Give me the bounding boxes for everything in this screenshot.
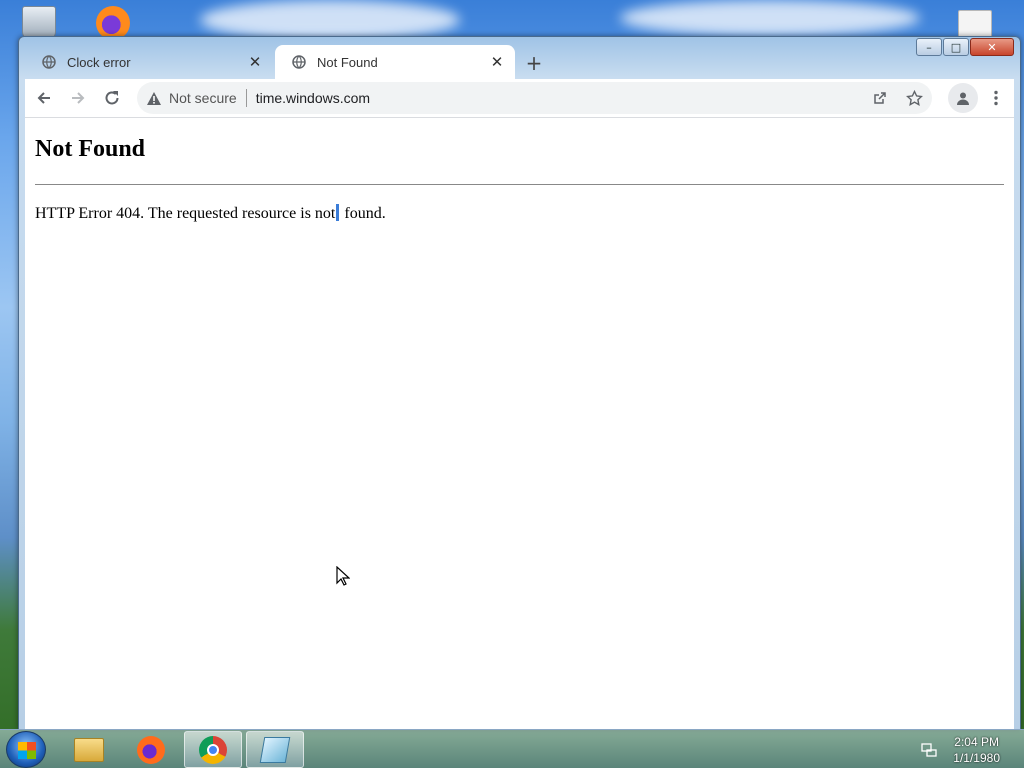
firefox-icon xyxy=(137,735,165,764)
desktop-cloud xyxy=(200,0,460,40)
error-message-text-end: found. xyxy=(340,205,386,222)
clock[interactable]: 2:04 PM 1/1/1980 xyxy=(953,734,1000,766)
profile-icon[interactable] xyxy=(948,83,978,113)
url-text[interactable]: time.windows.com xyxy=(256,90,370,106)
address-bar[interactable]: Not secure time.windows.com xyxy=(137,82,932,114)
security-label[interactable]: Not secure xyxy=(169,90,237,106)
new-tab-button[interactable]: + xyxy=(521,50,547,76)
windows-logo-icon xyxy=(18,742,36,759)
divider xyxy=(35,184,1004,185)
taskbar-firefox[interactable] xyxy=(122,731,180,768)
tab-not-found[interactable]: Not Found ✕ xyxy=(275,45,515,79)
toolbar-right xyxy=(948,83,1008,113)
more-menu-icon[interactable] xyxy=(984,83,1008,113)
clock-date: 1/1/1980 xyxy=(953,750,1000,765)
reload-button[interactable] xyxy=(97,83,127,113)
chrome-icon xyxy=(199,735,227,764)
taskbar: 2:04 PM 1/1/1980 xyxy=(0,729,1024,768)
forward-button[interactable] xyxy=(63,83,93,113)
taskbar-chrome[interactable] xyxy=(184,731,242,768)
tab-title: Clock error xyxy=(67,54,131,70)
globe-icon xyxy=(291,54,307,70)
page-heading: Not Found xyxy=(35,136,146,162)
tab-strip: Clock error ✕ Not Found ✕ + xyxy=(25,45,1014,79)
close-tab-icon[interactable]: ✕ xyxy=(487,52,507,72)
folder-icon xyxy=(74,737,104,762)
page-content: Not Found HTTP Error 404. The requested … xyxy=(25,117,1014,729)
mouse-cursor-icon xyxy=(336,565,351,590)
desktop-cloud xyxy=(620,0,920,36)
system-tray: 2:04 PM 1/1/1980 xyxy=(921,730,1024,768)
browser-window: – □ ✕ Clock error ✕ Not Found ✕ + Not se… xyxy=(18,36,1021,730)
network-icon[interactable] xyxy=(921,742,937,758)
divider xyxy=(245,89,247,107)
taskbar-file-explorer[interactable] xyxy=(60,731,118,768)
firefox-desktop-icon[interactable] xyxy=(96,6,130,40)
clock-time: 2:04 PM xyxy=(954,734,999,749)
close-tab-icon[interactable]: ✕ xyxy=(245,52,265,72)
tab-clock-error[interactable]: Clock error ✕ xyxy=(25,45,273,79)
app-icon xyxy=(259,736,291,763)
share-icon[interactable] xyxy=(870,88,890,108)
back-button[interactable] xyxy=(29,83,59,113)
start-button[interactable] xyxy=(6,731,46,768)
omnibox-actions xyxy=(870,88,924,108)
warning-icon[interactable] xyxy=(145,89,163,107)
error-message-text: HTTP Error 404. The requested resource i… xyxy=(35,205,336,222)
recycle-bin-icon[interactable] xyxy=(22,6,56,40)
text-caret xyxy=(336,204,340,221)
toolbar: Not secure time.windows.com xyxy=(25,79,1014,117)
error-message: HTTP Error 404. The requested resource i… xyxy=(35,204,386,223)
globe-icon xyxy=(41,54,57,70)
taskbar-app[interactable] xyxy=(246,731,304,768)
tab-title: Not Found xyxy=(317,54,378,70)
bookmark-star-icon[interactable] xyxy=(904,88,924,108)
